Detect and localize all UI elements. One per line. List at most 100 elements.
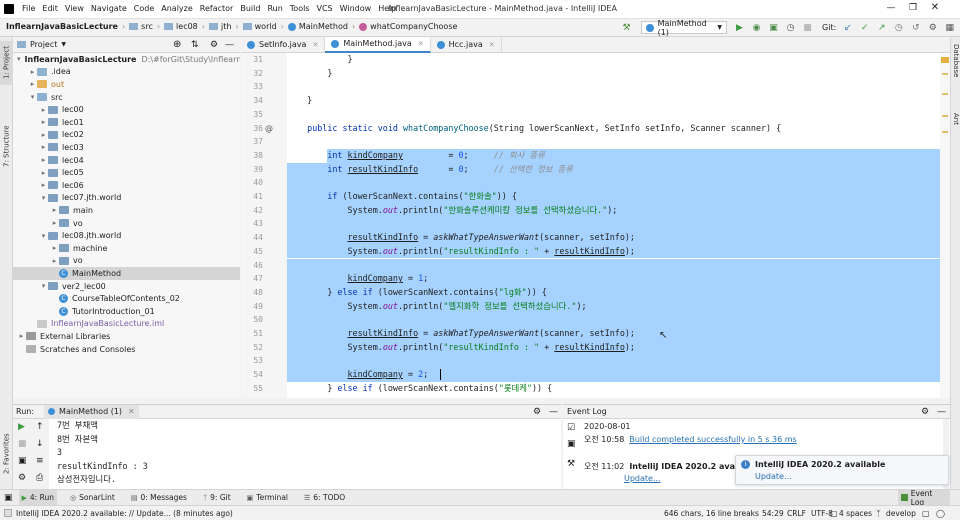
code-line[interactable]: } else if (lowerScanNext.contains("롯데케")… <box>287 382 940 396</box>
tree-item[interactable]: ▸ lec02 <box>13 129 240 142</box>
line-separator[interactable]: CRLF <box>787 509 806 518</box>
breadcrumb-item[interactable]: src <box>141 22 153 31</box>
menu-window[interactable]: Window <box>340 4 372 13</box>
chevron-right-icon[interactable]: ▸ <box>39 169 48 177</box>
breadcrumb-item[interactable]: jth <box>221 22 231 31</box>
rerun-icon[interactable]: ▶ <box>18 422 25 432</box>
tree-item[interactable]: ▸ vo <box>13 217 240 230</box>
code-line[interactable]: System.out.println("한화솔루션케미칼 정보를 선택하셨습니다… <box>287 203 940 218</box>
git-branch[interactable]: develop <box>886 509 916 518</box>
bottom-tab[interactable]: ☰ 6: TODO <box>301 490 348 506</box>
code-line[interactable]: } <box>287 53 940 67</box>
chevron-right-icon[interactable]: ▸ <box>39 131 48 139</box>
editor-tab[interactable]: MainMethod.java ✕ <box>325 36 431 53</box>
hide-panel-icon[interactable]: — <box>225 40 234 50</box>
structure-tool-tab[interactable]: 7: Structure <box>0 121 13 171</box>
close-icon[interactable]: ✕ <box>312 41 318 49</box>
print-icon[interactable]: ⎙ <box>36 473 43 483</box>
tree-item[interactable]: ▸ lec05 <box>13 166 240 179</box>
menu-run[interactable]: Run <box>267 4 282 13</box>
chevron-right-icon[interactable]: ▸ <box>39 181 48 189</box>
tree-item[interactable]: C CourseTableOfContents_02 <box>13 292 240 305</box>
lock-icon[interactable]: ▢ <box>922 509 930 518</box>
tree-item[interactable]: ▾ lec08.jth.world <box>13 229 240 242</box>
code-line[interactable]: public static void whatCompanyChoose(Str… <box>287 122 940 136</box>
wrench-icon[interactable]: ⚙ <box>926 21 939 34</box>
status-message[interactable]: IntelliJ IDEA 2020.2 available: // Updat… <box>16 509 233 518</box>
tree-item[interactable]: ▾ ver2_lec00 <box>13 280 240 293</box>
minimize-icon[interactable]: — <box>880 3 902 13</box>
chevron-right-icon[interactable]: ▸ <box>17 332 26 340</box>
tree-item[interactable]: ▾ InflearnJavaBasicLecture D:\#forGit\Stud… <box>13 53 240 66</box>
restore-icon[interactable]: ❐ <box>902 3 924 13</box>
chevron-right-icon[interactable]: ▸ <box>28 68 37 76</box>
profile-icon[interactable]: ◷ <box>784 21 797 34</box>
indent-setting[interactable]: 4 spaces <box>839 509 872 518</box>
history-icon[interactable]: ◷ <box>892 21 905 34</box>
annotation-marker-icon[interactable]: @ <box>265 124 273 133</box>
tree-item[interactable]: InflearnJavaBasicLecture.iml <box>13 318 240 331</box>
gear-icon[interactable]: ⚙ <box>533 407 541 417</box>
code-line[interactable]: kindCompany = 2; <box>287 368 940 382</box>
close-icon[interactable]: ✕ <box>489 41 495 49</box>
chevron-right-icon[interactable]: ▸ <box>50 206 59 214</box>
editor-tab[interactable]: Hcc.java ✕ <box>431 36 502 53</box>
event-log-tab[interactable]: Event Log <box>898 489 950 507</box>
update-project-icon[interactable]: ↙ <box>841 21 854 34</box>
tree-item[interactable]: ▸ .idea <box>13 66 240 79</box>
rollback-icon[interactable]: ↺ <box>909 21 922 34</box>
menu-tools[interactable]: Tools <box>290 4 310 13</box>
editor-tab[interactable]: SetInfo.java ✕ <box>241 36 326 53</box>
bottom-tab[interactable]: ᛉ 9: Git <box>200 490 234 506</box>
editor-scrollbar[interactable] <box>940 53 950 398</box>
menu-vcs[interactable]: VCS <box>317 4 333 13</box>
notification-update-link[interactable]: Update... <box>755 472 792 481</box>
build-result-link[interactable]: Build completed successfully in 5 s 36 m… <box>629 435 796 444</box>
tree-item[interactable]: ▾ src <box>13 91 240 104</box>
chevron-right-icon[interactable]: ▸ <box>28 80 37 88</box>
close-icon[interactable]: ✕ <box>128 407 135 416</box>
menu-edit[interactable]: Edit <box>42 4 58 13</box>
code-line[interactable] <box>287 80 940 94</box>
bottom-tab[interactable]: ▤ 0: Messages <box>128 490 190 506</box>
chevron-down-icon[interactable]: ▾ <box>39 232 48 240</box>
tree-item[interactable]: ▸ out <box>13 78 240 91</box>
code-line[interactable]: System.out.println("resultKindInfo : " +… <box>287 340 940 355</box>
tree-item[interactable]: ▸ lec01 <box>13 116 240 129</box>
locate-icon[interactable]: ⊕ <box>173 39 181 50</box>
memory-icon[interactable]: ◯ <box>936 509 945 518</box>
trash-icon[interactable]: ▣ <box>567 439 576 449</box>
code-line[interactable] <box>287 217 940 232</box>
close-icon[interactable]: ✕ <box>924 2 946 13</box>
ant-tool-tab[interactable]: Ant <box>951 109 960 129</box>
breadcrumb-item[interactable]: world <box>255 22 277 31</box>
code-line[interactable] <box>287 354 940 369</box>
stop-icon[interactable]: ■ <box>18 439 27 449</box>
tree-item[interactable]: ▸ lec00 <box>13 103 240 116</box>
menu-code[interactable]: Code <box>134 4 154 13</box>
tree-item[interactable]: ▸ vo <box>13 255 240 268</box>
down-arrow-icon[interactable]: ↓ <box>36 439 44 449</box>
code-line[interactable]: if (lowerScanNext.contains("한화솔")) { <box>287 190 940 204</box>
code-line[interactable]: int resultKindInfo = 0; // 선택한 정보 종류 <box>287 162 940 177</box>
tool-window-toggle-icon[interactable]: ▣ <box>4 493 13 503</box>
chevron-down-icon[interactable]: ▾ <box>39 194 48 202</box>
tree-item[interactable]: ▸ lec04 <box>13 154 240 167</box>
push-icon[interactable]: ↗ <box>875 21 888 34</box>
code-line[interactable] <box>287 313 940 327</box>
run-config-select[interactable]: MainMethod (1) ▼ <box>641 19 727 37</box>
chevron-down-icon[interactable]: ▾ <box>28 93 37 101</box>
commit-icon[interactable]: ✓ <box>858 21 871 34</box>
chevron-down-icon[interactable]: ▼ <box>61 41 66 48</box>
hammer-icon[interactable]: ⚒ <box>620 21 633 34</box>
run-tab[interactable]: MainMethod (1) ✕ <box>44 404 139 419</box>
debug-icon[interactable]: ◉ <box>750 21 763 34</box>
mark-read-icon[interactable]: ☑ <box>567 423 575 433</box>
tree-item[interactable]: C MainMethod <box>13 267 240 280</box>
tree-item[interactable]: ▸ main <box>13 204 240 217</box>
tree-item[interactable]: ▾ lec07.jth.world <box>13 192 240 205</box>
stop-icon[interactable]: ■ <box>801 21 814 34</box>
lock-icon[interactable]: ▢ <box>830 509 838 518</box>
menu-view[interactable]: View <box>65 4 84 13</box>
collapse-all-icon[interactable]: ⇅ <box>191 40 199 50</box>
